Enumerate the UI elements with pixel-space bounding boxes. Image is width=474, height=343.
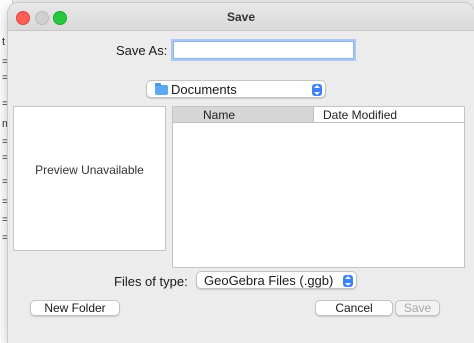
background-text: t [2, 36, 6, 48]
column-name-label: Name [203, 108, 236, 122]
save-as-input[interactable] [173, 41, 354, 59]
chevron-updown-icon [312, 84, 322, 96]
location-label: Documents [171, 82, 237, 97]
title-bar: Save [8, 3, 474, 31]
dialog-title: Save [226, 10, 256, 24]
file-type-value: GeoGebra Files (.ggb) [204, 273, 334, 288]
folder-icon [155, 83, 168, 95]
save-as-label: Save As: [116, 43, 168, 58]
chevron-updown-icon [343, 275, 353, 287]
column-date-label: Date Modified [323, 108, 398, 122]
cancel-button[interactable]: Cancel [315, 300, 393, 316]
save-dialog: Save Save As: Documents Preview Unavaila… [8, 3, 474, 343]
column-header-name[interactable]: Name [173, 107, 314, 123]
file-type-label: Files of type: [114, 274, 188, 289]
column-header-date-modified[interactable]: Date Modified [314, 107, 464, 123]
file-type-popup[interactable]: GeoGebra Files (.ggb) [196, 271, 357, 289]
file-list[interactable]: Name Date Modified [172, 106, 465, 268]
location-popup[interactable]: Documents [146, 80, 326, 98]
preview-pane: Preview Unavailable [13, 106, 166, 251]
new-folder-button[interactable]: New Folder [30, 300, 120, 316]
save-button[interactable]: Save [395, 300, 440, 316]
preview-text: Preview Unavailable [35, 163, 144, 177]
